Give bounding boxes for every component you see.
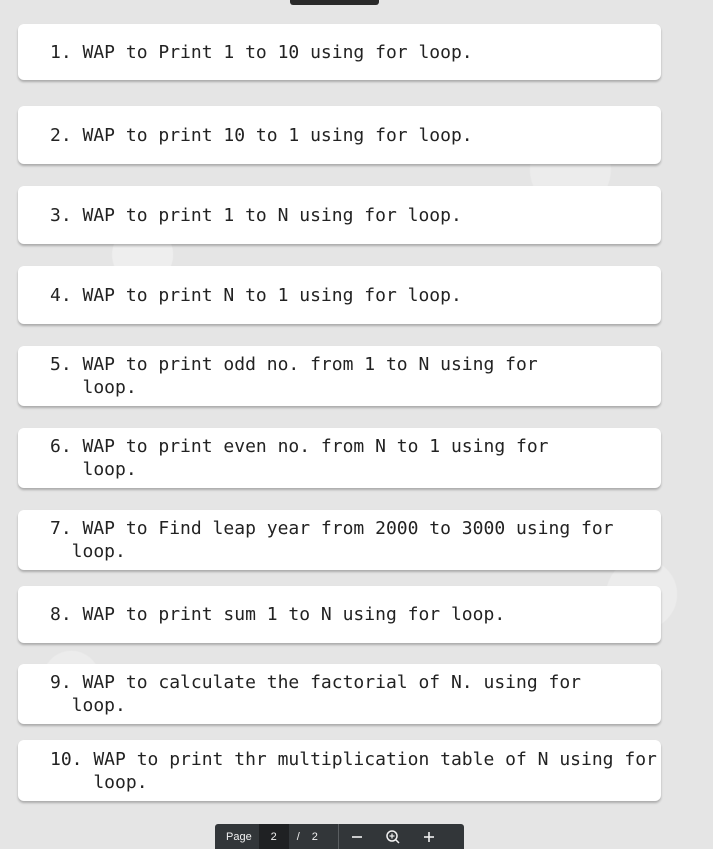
top-tab-handle xyxy=(290,0,379,5)
minus-icon[interactable] xyxy=(339,830,375,844)
question-text: 4. WAP to print N to 1 using for loop. xyxy=(50,284,462,306)
question-card-2: 2. WAP to print 10 to 1 using for loop. xyxy=(18,106,661,164)
question-card-4: 4. WAP to print N to 1 using for loop. xyxy=(18,266,661,324)
pdf-toolbar: Page 2 / 2 xyxy=(215,824,464,849)
question-text: 3. WAP to print 1 to N using for loop. xyxy=(50,204,462,226)
zoom-icon[interactable] xyxy=(375,829,411,845)
current-page-value: 2 xyxy=(270,830,277,843)
page-label: Page xyxy=(226,830,252,843)
question-card-10: 10. WAP to print thr multiplication tabl… xyxy=(18,740,661,801)
page-separator: / xyxy=(296,830,300,843)
question-text: 5. WAP to print odd no. from 1 to N usin… xyxy=(50,354,538,398)
question-text: 8. WAP to print sum 1 to N using for loo… xyxy=(50,604,506,625)
question-card-6: 6. WAP to print even no. from N to 1 usi… xyxy=(18,428,661,488)
plus-icon[interactable] xyxy=(411,830,447,844)
question-card-8: 8. WAP to print sum 1 to N using for loo… xyxy=(18,586,661,643)
question-card-1: 1. WAP to Print 1 to 10 using for loop. xyxy=(18,24,661,80)
question-card-7: 7. WAP to Find leap year from 2000 to 30… xyxy=(18,510,661,570)
question-card-3: 3. WAP to print 1 to N using for loop. xyxy=(18,186,661,244)
question-text: 6. WAP to print even no. from N to 1 usi… xyxy=(50,436,549,480)
question-text: 2. WAP to print 10 to 1 using for loop. xyxy=(50,124,473,146)
question-card-9: 9. WAP to calculate the factorial of N. … xyxy=(18,664,661,724)
question-text: 7. WAP to Find leap year from 2000 to 30… xyxy=(50,518,614,562)
current-page-input[interactable]: 2 xyxy=(258,824,289,849)
question-text: 1. WAP to Print 1 to 10 using for loop. xyxy=(50,41,473,63)
question-text: 10. WAP to print thr multiplication tabl… xyxy=(50,748,657,793)
total-pages: 2 xyxy=(311,830,318,843)
question-card-5: 5. WAP to print odd no. from 1 to N usin… xyxy=(18,346,661,406)
question-text: 9. WAP to calculate the factorial of N. … xyxy=(50,672,582,716)
